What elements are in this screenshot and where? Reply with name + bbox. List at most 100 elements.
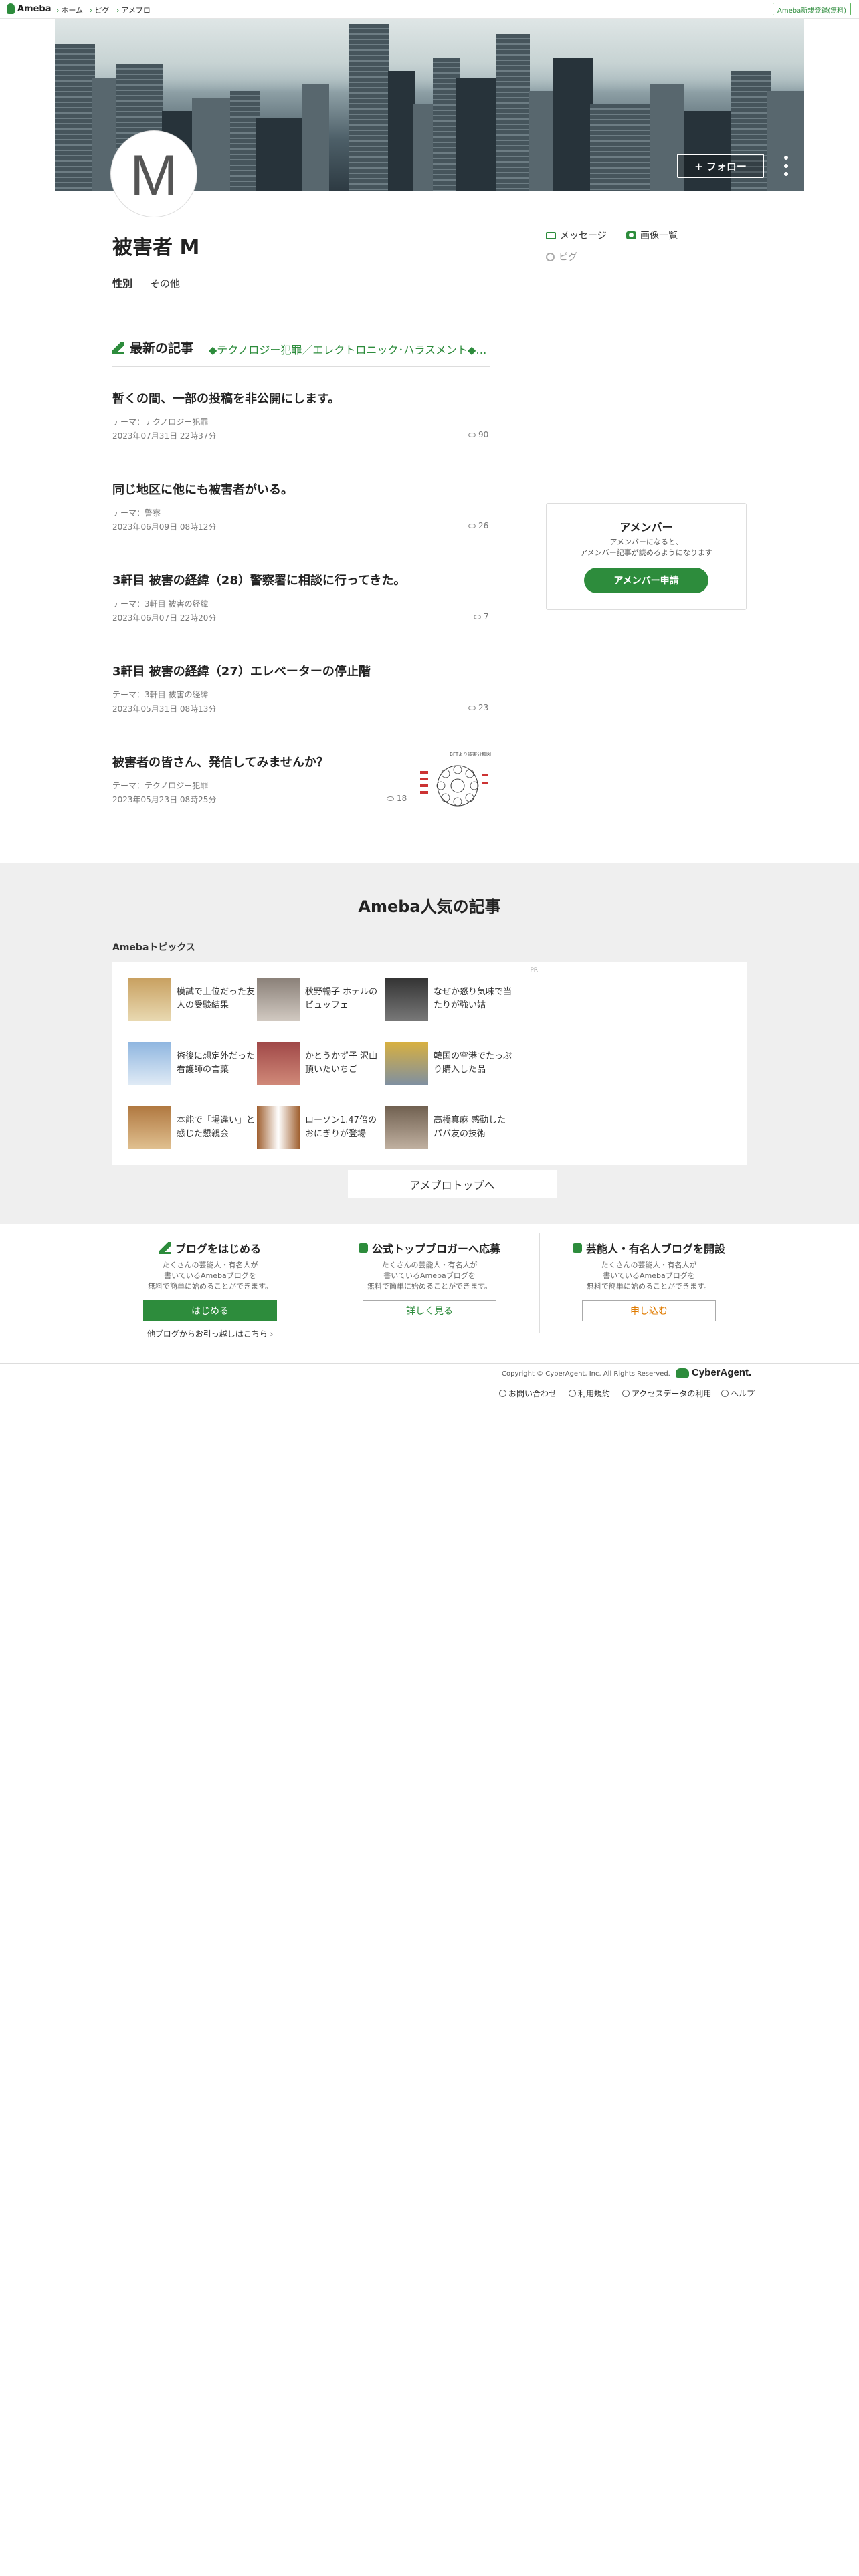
eye-icon: [474, 614, 481, 619]
topic-thumbnail: [385, 1106, 428, 1149]
topic-item[interactable]: 韓国の空港でたっぷり購入した品: [385, 1042, 512, 1087]
views-count: 23: [478, 703, 489, 712]
topic-item[interactable]: 秋野暢子 ホテルのビュッフェ: [257, 978, 384, 1023]
cta-desc-line: 書いているAmebaブログを: [164, 1271, 256, 1280]
cta-desc-line: 無料で簡単に始めることができます。: [587, 1282, 711, 1291]
details-button[interactable]: 詳しく見る: [363, 1300, 496, 1321]
article-theme-1[interactable]: テーマ：テクノロジー犯罪: [112, 416, 208, 427]
article-date-5: 2023年05月23日 08時25分: [112, 795, 217, 804]
cta-desc-line: 無料で簡単に始めることができます。: [367, 1282, 492, 1291]
mail-icon: [546, 231, 556, 239]
topic-thumbnail: [128, 1106, 171, 1149]
latest-articles-heading: 最新の記事: [112, 338, 193, 356]
migrate-link[interactable]: 他ブログからお引っ越しはこちら ›: [100, 1328, 320, 1339]
topic-thumbnail: [257, 1042, 300, 1085]
topic-text: 本能で「場違い」と感じた懇親会: [177, 1115, 256, 1139]
thumbnail-caption: BFTより被害分類図: [450, 752, 491, 757]
avatar-letter: M: [130, 144, 178, 208]
eye-icon: [387, 796, 394, 801]
nav-ameblo-link[interactable]: アメブロ: [116, 5, 150, 15]
footer-link-access-data[interactable]: アクセスデータの利用: [622, 1388, 711, 1399]
gender-value: その他: [150, 278, 181, 290]
amember-title: アメンバー: [619, 521, 673, 534]
camera-icon: [626, 231, 636, 239]
start-blog-cta: ブログをはじめる たくさんの芸能人・有名人が 書いているAmebaブログを 無料…: [100, 1240, 320, 1340]
top-blogger-cta: 公式トップブロガーへ応募 たくさんの芸能人・有名人が 書いているAmebaブログ…: [320, 1240, 539, 1340]
cta-title: ブログをはじめる: [175, 1243, 261, 1255]
footer-link-terms[interactable]: 利用規約: [569, 1388, 610, 1399]
amember-desc-line: アメンバーになると、: [609, 538, 683, 546]
article-date-1: 2023年07月31日 22時37分: [112, 431, 217, 441]
ameblo-top-button[interactable]: アメブロトップへ: [348, 1170, 557, 1198]
register-button[interactable]: Ameba新規登録(無料): [772, 3, 851, 15]
topic-thumbnail: [128, 1042, 171, 1085]
article-theme-5[interactable]: テーマ：テクノロジー犯罪: [112, 780, 208, 791]
cta-desc-line: 書いているAmebaブログを: [603, 1271, 695, 1280]
cta-desc-line: 無料で簡単に始めることができます。: [148, 1282, 272, 1291]
celebrity-blog-cta: 芸能人・有名人ブログを開設 たくさんの芸能人・有名人が 書いているAmebaブロ…: [539, 1240, 759, 1340]
amember-box: アメンバー アメンバーになると、 アメンバー記事が読めるようになります アメンバ…: [546, 503, 747, 610]
topic-text: 韓国の空港でたっぷり購入した品: [434, 1051, 512, 1075]
image-list-link[interactable]: 画像一覧: [626, 229, 678, 242]
views-count: 26: [478, 521, 489, 530]
article-theme-4[interactable]: テーマ：3軒目 被害の経緯: [112, 689, 208, 700]
cyberagent-logo-text: CyberAgent.: [692, 1367, 752, 1378]
views-count: 7: [484, 612, 489, 621]
topic-item[interactable]: かとうかず子 沢山頂いたいちご: [257, 1042, 384, 1087]
popular-articles-section: Ameba人気の記事 Amebaトピックス PR 模試で上位だった友人の受験結果…: [0, 863, 859, 1224]
article-title-5[interactable]: 被害者の皆さん、発信してみませんか？: [112, 753, 328, 770]
image-list-link-label: 画像一覧: [640, 231, 678, 241]
topic-item[interactable]: ローソン1.47倍のおにぎりが登場: [257, 1106, 384, 1152]
cta-description: たくさんの芸能人・有名人が 書いているAmebaブログを 無料で簡単に始めること…: [100, 1260, 320, 1292]
copyright-text: Copyright © CyberAgent, Inc. All Rights …: [502, 1370, 670, 1378]
footer-divider: [0, 1363, 859, 1364]
cyberagent-logo[interactable]: CyberAgent.: [676, 1367, 751, 1378]
topic-thumbnail: [128, 978, 171, 1021]
topic-thumbnail: [257, 1106, 300, 1149]
ameba-logo-icon: [7, 3, 15, 14]
topic-item[interactable]: 高橋真麻 感動したパパ友の技術: [385, 1106, 512, 1152]
eye-icon: [468, 705, 476, 710]
cta-description: たくさんの芸能人・有名人が 書いているAmebaブログを 無料で簡単に始めること…: [320, 1260, 539, 1292]
pr-label: PR: [530, 967, 538, 974]
topic-text: なぜか怒り気味で当たりが強い姑: [434, 987, 512, 1010]
start-button[interactable]: はじめる: [143, 1300, 277, 1321]
footer-link-contact[interactable]: お問い合わせ: [499, 1388, 557, 1399]
nav-home-link[interactable]: ホーム: [56, 5, 83, 15]
pencil-icon: [159, 1242, 171, 1254]
amember-apply-button[interactable]: アメンバー申請: [584, 568, 708, 593]
article-views-1: 90: [468, 430, 488, 439]
cta-desc-line: 書いているAmebaブログを: [383, 1271, 476, 1280]
article-title-1[interactable]: 暫くの間、一部の投稿を非公開にします。: [112, 389, 340, 407]
topic-text: 秋野暢子 ホテルのビュッフェ: [305, 987, 378, 1010]
article-theme-2[interactable]: テーマ：警察: [112, 507, 161, 518]
topic-item[interactable]: 本能で「場違い」と感じた懇親会: [128, 1106, 256, 1152]
topic-thumbnail: [257, 978, 300, 1021]
article-title-4[interactable]: 3軒目 被害の経緯（27）エレベーターの停止階: [112, 662, 371, 679]
amember-desc-line: アメンバー記事が読めるようになります: [580, 548, 712, 557]
apply-button[interactable]: 申し込む: [582, 1300, 716, 1321]
topic-thumbnail: [385, 1042, 428, 1085]
popular-title: Ameba人気の記事: [358, 897, 501, 916]
topic-text: 高橋真麻 感動したパパ友の技術: [434, 1115, 506, 1139]
nav-pigg-link[interactable]: ピグ: [90, 5, 109, 15]
topic-item[interactable]: 術後に想定外だった看護師の言葉: [128, 1042, 256, 1087]
topic-item[interactable]: 模試で上位だった友人の受験結果: [128, 978, 256, 1023]
cta-title: 芸能人・有名人ブログを開設: [585, 1243, 725, 1255]
article-date-3: 2023年06月07日 22時20分: [112, 613, 217, 623]
theme-link[interactable]: ◆テクノロジー犯罪／エレクトロニック･ハラスメント◆被害者の会: [209, 341, 490, 357]
article-theme-3[interactable]: テーマ：3軒目 被害の経緯: [112, 598, 208, 609]
award-icon: [358, 1243, 368, 1253]
article-title-3[interactable]: 3軒目 被害の経緯（28）警察署に相談に行ってきた。: [112, 571, 405, 588]
more-options-icon[interactable]: [781, 156, 791, 176]
topic-text: 模試で上位だった友人の受験結果: [177, 987, 256, 1010]
article-title-2[interactable]: 同じ地区に他にも被害者がいる。: [112, 480, 293, 498]
pigg-link[interactable]: ピグ: [546, 250, 577, 263]
message-link[interactable]: メッセージ: [546, 229, 607, 242]
article-thumbnail-5[interactable]: BFTより被害分類図: [417, 751, 491, 813]
footer-link-help[interactable]: ヘルプ: [721, 1388, 755, 1399]
follow-button[interactable]: + フォロー: [677, 154, 764, 178]
topic-item[interactable]: なぜか怒り気味で当たりが強い姑: [385, 978, 512, 1023]
ameba-logo[interactable]: Ameba: [7, 3, 52, 14]
amember-description: アメンバーになると、 アメンバー記事が読めるようになります: [547, 537, 746, 558]
